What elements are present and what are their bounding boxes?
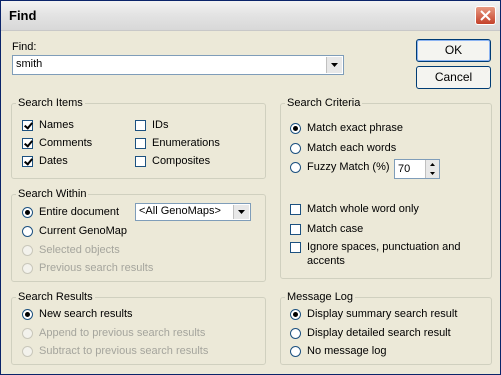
spin-down-button[interactable] [425, 169, 439, 178]
match-each-words-radio[interactable]: Match each words [290, 142, 396, 154]
message-log-title: Message Log [287, 291, 354, 303]
current-genomap-radio[interactable]: Current GenoMap [22, 225, 127, 237]
find-input-value[interactable]: smith [16, 58, 42, 70]
chevron-down-icon [238, 210, 245, 214]
radio-circle[interactable] [290, 161, 301, 173]
find-combo[interactable]: smith [12, 55, 344, 75]
close-icon [480, 10, 491, 21]
ignore-spaces-checkbox[interactable]: Ignore spaces, punctuation and [290, 241, 461, 253]
search-items-title: Search Items [18, 97, 83, 109]
radio-label: Display summary search result [307, 308, 458, 320]
radio-circle[interactable] [22, 225, 33, 237]
ok-button[interactable]: OK [416, 39, 491, 62]
selected-objects-radio: Selected objects [22, 244, 120, 256]
radio-circle[interactable] [22, 308, 33, 320]
close-button[interactable] [475, 6, 496, 25]
triangle-up-icon [430, 163, 435, 166]
find-dropdown-button[interactable] [326, 57, 342, 73]
names-checkbox[interactable]: Names [22, 119, 74, 131]
radio-circle[interactable] [290, 142, 301, 154]
checkbox-box[interactable] [135, 119, 146, 131]
radio-label: Entire document [39, 206, 120, 218]
find-label: Find: [12, 41, 37, 53]
subtract-results-radio: Subtract to previous search results [22, 345, 208, 357]
checkbox-box[interactable] [22, 119, 33, 131]
radio-circle[interactable] [290, 308, 301, 320]
find-dialog: Find Find: smith OK Cancel Search Items … [0, 0, 501, 375]
genomap-dropdown-button[interactable] [233, 205, 249, 219]
checkbox-label: Names [39, 119, 74, 131]
checkbox-box[interactable] [22, 155, 33, 167]
radio-label: New search results [39, 308, 133, 320]
radio-circle [22, 327, 33, 339]
title-bar[interactable]: Find [1, 1, 500, 31]
fuzzy-percent-value[interactable]: 70 [398, 163, 410, 175]
checkbox-box[interactable] [290, 203, 301, 215]
search-criteria-title: Search Criteria [287, 97, 361, 109]
cancel-button[interactable]: Cancel [416, 66, 491, 89]
checkbox-box[interactable] [135, 155, 146, 167]
enumerations-checkbox[interactable]: Enumerations [135, 137, 220, 149]
radio-circle [22, 262, 33, 274]
ids-checkbox[interactable]: IDs [135, 119, 169, 131]
comments-checkbox[interactable]: Comments [22, 137, 92, 149]
checkbox-label: IDs [152, 119, 169, 131]
checkbox-label: Dates [39, 155, 68, 167]
radio-circle [22, 244, 33, 256]
radio-label: Match each words [307, 142, 397, 154]
checkbox-label: Match case [307, 223, 364, 235]
match-case-checkbox[interactable]: Match case [290, 223, 363, 235]
checkbox-box[interactable] [22, 137, 33, 149]
checkbox-box[interactable] [290, 223, 301, 235]
new-search-results-radio[interactable]: New search results [22, 308, 133, 320]
search-within-title: Search Within [18, 188, 87, 200]
radio-label: Match exact phrase [307, 122, 403, 134]
radio-label: Selected objects [39, 244, 120, 256]
checkbox-label: Comments [39, 137, 93, 149]
radio-circle[interactable] [290, 327, 301, 339]
radio-circle[interactable] [290, 122, 301, 134]
genomap-select[interactable]: <All GenoMaps> [135, 203, 251, 221]
fuzzy-match-radio[interactable]: Fuzzy Match (%) [290, 161, 390, 173]
checkbox-label: Enumerations [152, 137, 220, 149]
radio-label: Subtract to previous search results [39, 345, 209, 357]
dates-checkbox[interactable]: Dates [22, 155, 68, 167]
radio-label: Previous search results [39, 262, 154, 274]
display-summary-radio[interactable]: Display summary search result [290, 308, 457, 320]
checkbox-box[interactable] [135, 137, 146, 149]
radio-label: No message log [307, 345, 387, 357]
checkbox-label: Match whole word only [307, 203, 419, 215]
chevron-down-icon [331, 63, 338, 67]
checkbox-box[interactable] [290, 241, 301, 253]
radio-label: Append to previous search results [39, 327, 206, 339]
window-title: Find [9, 8, 37, 23]
match-whole-word-checkbox[interactable]: Match whole word only [290, 203, 419, 215]
radio-label: Current GenoMap [39, 225, 128, 237]
ignore-spaces-label-line2: accents [307, 255, 345, 267]
display-detailed-radio[interactable]: Display detailed search result [290, 327, 451, 339]
radio-label: Display detailed search result [307, 327, 451, 339]
fuzzy-percent-spinner[interactable]: 70 [394, 159, 440, 179]
append-results-radio: Append to previous search results [22, 327, 205, 339]
composites-checkbox[interactable]: Composites [135, 155, 210, 167]
radio-label: Fuzzy Match (%) [307, 161, 390, 173]
checkbox-label: Composites [152, 155, 211, 167]
checkbox-label: Ignore spaces, punctuation and [307, 241, 461, 253]
no-message-log-radio[interactable]: No message log [290, 345, 387, 357]
search-results-title: Search Results [18, 291, 93, 303]
radio-circle[interactable] [290, 345, 301, 357]
match-exact-phrase-radio[interactable]: Match exact phrase [290, 122, 403, 134]
entire-document-radio[interactable]: Entire document [22, 206, 119, 218]
radio-circle [22, 345, 33, 357]
previous-results-radio: Previous search results [22, 262, 153, 274]
triangle-down-icon [430, 172, 435, 175]
radio-circle[interactable] [22, 206, 33, 218]
genomap-select-value: <All GenoMaps> [139, 205, 221, 217]
